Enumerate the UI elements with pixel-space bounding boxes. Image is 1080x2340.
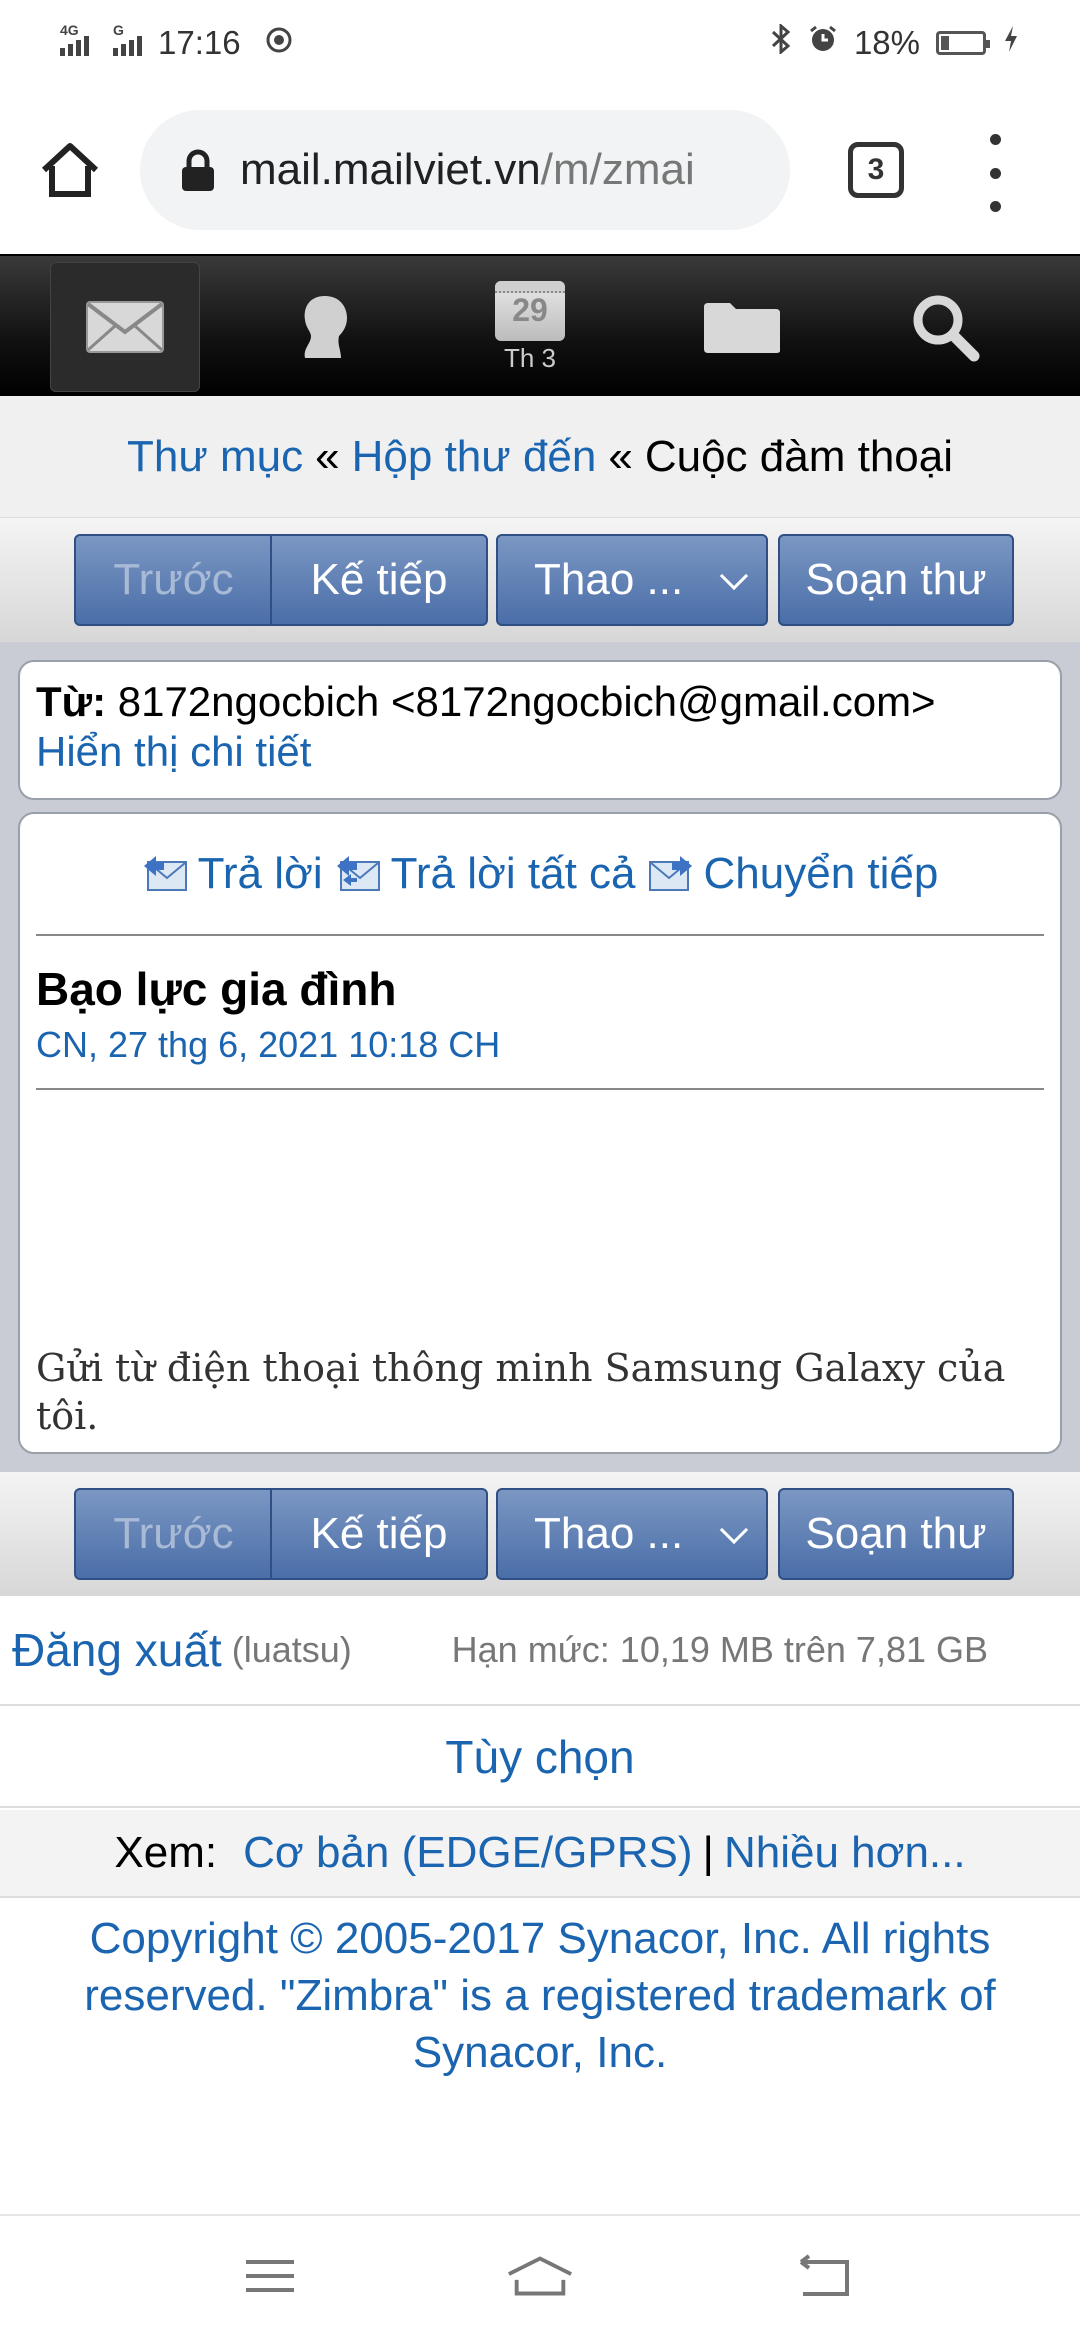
from-label: Từ: [36, 678, 107, 725]
lock-icon [182, 149, 214, 191]
message-body: Gửi từ điện thoại thông minh Samsung Gal… [36, 1346, 1006, 1438]
breadcrumb-folders-link[interactable]: Thư mục [127, 432, 303, 482]
url-path: /m/zmai [540, 145, 695, 194]
show-details-link[interactable]: Hiển thị chi tiết [36, 728, 1044, 776]
breadcrumb-current: Cuộc đàm thoại [644, 431, 954, 481]
message-toolbar-bottom: Trước Kế tiếp Thao ... Soạn thư [0, 1472, 1080, 1596]
tab-count: 3 [867, 153, 885, 186]
calendar-month: Th 3 [503, 342, 557, 373]
message-subject: Bạo lực gia đình [36, 963, 397, 1015]
message-date: CN, 27 thg 6, 2021 10:18 CH [36, 1024, 501, 1065]
app-notification-icon [265, 24, 293, 62]
battery-percent: 18% [853, 24, 920, 61]
folder-icon [704, 303, 780, 353]
reply-icon [143, 856, 187, 891]
forward-link[interactable]: Chuyển tiếp [648, 849, 938, 899]
from-value: 8172ngocbich <8172ngocbich@gmail.com> [117, 678, 936, 725]
divider [36, 1088, 1044, 1090]
view-more-link[interactable]: Nhiều hơn... [724, 1828, 966, 1878]
logout-link[interactable]: Đăng xuất [12, 1623, 222, 1677]
message-card: Trả lời Trả lời tất cả Chuyển tiếp Bạo l… [18, 812, 1062, 1454]
home-button[interactable] [0, 86, 140, 254]
mail-icon [86, 301, 164, 353]
actions-label: Thao ... [534, 555, 684, 604]
account-row: Đăng xuất (luatsu) Hạn mức: 10,19 MB trê… [0, 1596, 1080, 1706]
view-row: Xem: Cơ bản (EDGE/GPRS) | Nhiều hơn... [0, 1810, 1080, 1898]
home-icon [41, 143, 99, 197]
battery-icon [936, 31, 990, 55]
compose-button[interactable]: Soạn thư [778, 1488, 1014, 1580]
previous-button[interactable]: Trước [74, 534, 272, 626]
view-label: Xem: [114, 1828, 218, 1877]
next-button[interactable]: Kế tiếp [270, 1488, 488, 1580]
breadcrumb: Thư mục « Hộp thư đến « Cuộc đàm thoại [0, 396, 1080, 518]
calendar-icon: 29 [495, 280, 565, 341]
calendar-day: 29 [512, 292, 548, 328]
reply-all-icon [336, 856, 380, 891]
home-icon[interactable] [505, 2246, 575, 2306]
message-actions: Trả lời Trả lời tất cả Chuyển tiếp [36, 814, 1044, 936]
status-bar: 4G G 17:16 18% [0, 0, 1080, 86]
search-icon [913, 295, 980, 362]
address-bar[interactable]: mail.mailviet.vn/m/zmai [140, 110, 790, 230]
search-button[interactable] [870, 262, 1020, 392]
next-button[interactable]: Kế tiếp [270, 534, 488, 626]
system-nav-bar [0, 2214, 1080, 2340]
contacts-icon [304, 296, 347, 358]
charging-icon [1002, 24, 1020, 62]
browser-toolbar: mail.mailviet.vn/m/zmai 3 [0, 86, 1080, 254]
bluetooth-icon [770, 22, 792, 62]
breadcrumb-inbox-link[interactable]: Hộp thư đến [352, 432, 597, 482]
view-separator: | [702, 1828, 714, 1877]
previous-button[interactable]: Trước [74, 1488, 272, 1580]
message-toolbar-top: Trước Kế tiếp Thao ... Soạn thư [0, 518, 1080, 642]
signal-icon: G [113, 22, 142, 56]
message-area: Từ: 8172ngocbich <8172ngocbich@gmail.com… [0, 642, 1080, 1472]
recents-icon[interactable] [235, 2246, 305, 2306]
mail-button[interactable] [50, 262, 200, 392]
alarm-icon [808, 24, 838, 62]
copyright-text: Copyright © 2005-2017 Synacor, Inc. All … [84, 1914, 996, 2077]
tabs-icon[interactable]: 3 [848, 142, 904, 198]
reply-link[interactable]: Trả lời [142, 849, 323, 899]
overflow-menu-icon[interactable] [975, 128, 1015, 218]
app-toolbar: 29 Th 3 [0, 254, 1080, 396]
chevron-down-icon [719, 1515, 749, 1545]
quota-text: Hạn mức: 10,19 MB trên 7,81 GB [451, 1629, 988, 1670]
back-icon[interactable] [790, 2246, 860, 2306]
calendar-button[interactable]: 29 Th 3 [455, 262, 605, 392]
contacts-button[interactable] [250, 262, 400, 392]
breadcrumb-separator: « [315, 431, 340, 481]
clock: 17:16 [158, 24, 241, 61]
signal-icon: 4G [60, 22, 89, 56]
actions-label: Thao ... [534, 1509, 684, 1558]
username: (luatsu) [231, 1629, 352, 1670]
breadcrumb-separator: « [608, 431, 633, 481]
options-link[interactable]: Tùy chọn [445, 1730, 634, 1784]
reply-all-link[interactable]: Trả lời tất cả [335, 849, 636, 899]
actions-dropdown[interactable]: Thao ... [496, 1488, 768, 1580]
compose-button[interactable]: Soạn thư [778, 534, 1014, 626]
options-row: Tùy chọn [0, 1708, 1080, 1808]
sender-card: Từ: 8172ngocbich <8172ngocbich@gmail.com… [18, 660, 1062, 800]
chevron-down-icon [719, 561, 749, 591]
folders-button[interactable] [667, 262, 817, 392]
url-host: mail.mailviet.vn [240, 145, 541, 194]
actions-dropdown[interactable]: Thao ... [496, 534, 768, 626]
view-basic-link[interactable]: Cơ bản (EDGE/GPRS) [243, 1828, 692, 1878]
forward-icon [648, 856, 692, 891]
